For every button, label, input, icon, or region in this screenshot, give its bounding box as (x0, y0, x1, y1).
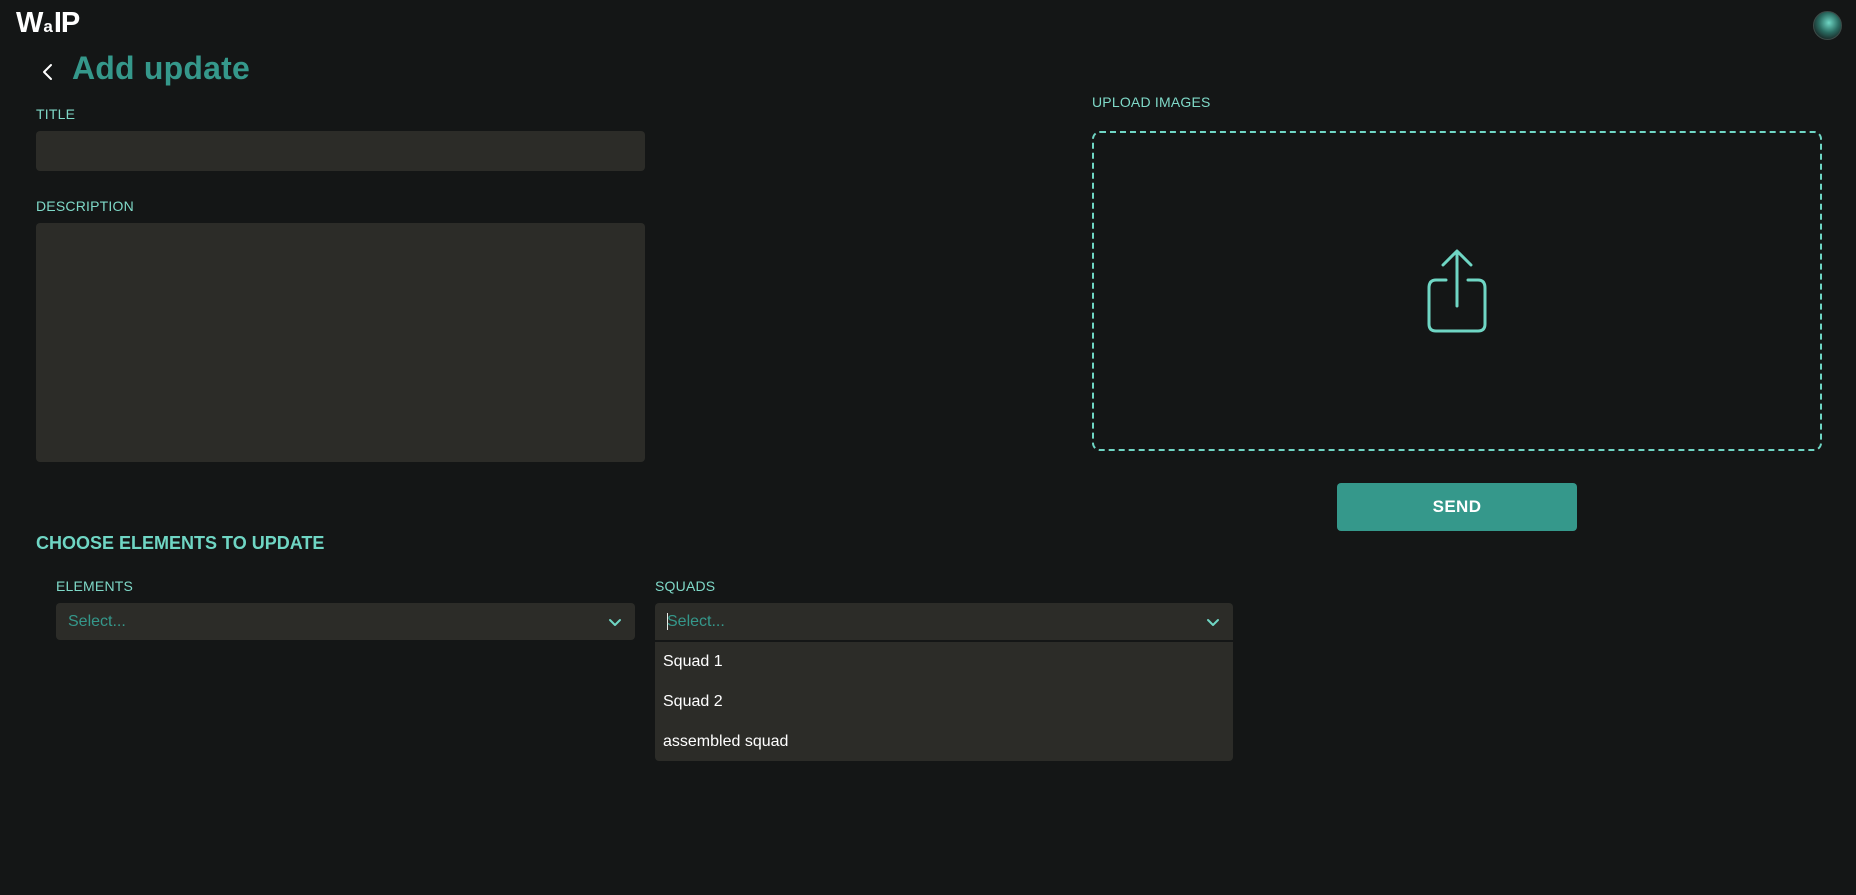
elements-select-placeholder: Select... (68, 612, 126, 630)
squads-label: SQUADS (655, 578, 716, 594)
title-input[interactable] (36, 131, 645, 171)
chevron-down-icon[interactable] (1205, 614, 1221, 630)
squad-option[interactable]: Squad 1 (655, 646, 1233, 686)
send-button[interactable]: SEND (1337, 483, 1577, 531)
title-label: TITLE (36, 106, 76, 122)
upload-images-label: UPLOAD IMAGES (1092, 94, 1211, 110)
user-avatar[interactable] (1813, 11, 1842, 40)
elements-label: ELEMENTS (56, 578, 134, 594)
squad-option[interactable]: Squad 2 (655, 686, 1233, 726)
logo-text-right: IP (53, 7, 80, 39)
logo-text-left: W (16, 7, 43, 39)
share-upload-icon (1427, 249, 1487, 333)
elements-select[interactable]: Select... (56, 603, 635, 640)
description-label: DESCRIPTION (36, 198, 134, 214)
description-textarea[interactable] (36, 223, 645, 462)
choose-elements-heading: CHOOSE ELEMENTS TO UPDATE (36, 533, 325, 553)
page-title: Add update (72, 50, 250, 86)
squads-select-placeholder: Select... (667, 612, 725, 630)
chevron-left-icon (43, 64, 52, 80)
chevron-down-icon[interactable] (607, 614, 623, 630)
image-upload-dropzone[interactable] (1092, 131, 1822, 451)
squads-select[interactable]: Select... (655, 603, 1233, 640)
squad-option[interactable]: assembled squad (655, 726, 1233, 766)
back-button[interactable] (36, 60, 60, 84)
app-logo[interactable]: Wa IP (16, 7, 80, 42)
squads-dropdown-menu: Squad 1 Squad 2 assembled squad (655, 642, 1233, 761)
logo-text-mid: a (43, 17, 53, 36)
